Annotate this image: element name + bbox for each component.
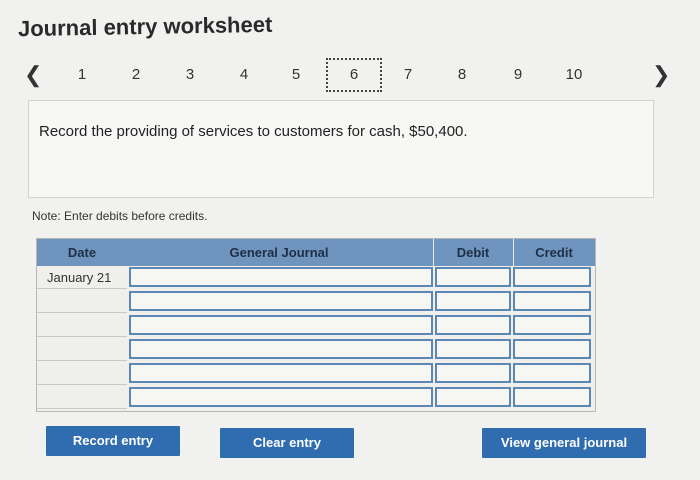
record-entry-button[interactable]: Record entry <box>46 426 180 456</box>
debit-input[interactable] <box>435 291 511 311</box>
page-7[interactable]: 7 <box>388 66 428 83</box>
debit-input[interactable] <box>435 363 511 383</box>
page-1[interactable]: 1 <box>62 66 102 83</box>
date-cell[interactable] <box>37 338 127 361</box>
page-3[interactable]: 3 <box>170 66 210 83</box>
account-input[interactable] <box>129 291 433 311</box>
credit-input[interactable] <box>513 339 591 359</box>
account-input[interactable] <box>129 339 433 359</box>
header-date: Date <box>67 245 97 260</box>
account-input[interactable] <box>129 267 433 287</box>
table-row <box>37 290 595 313</box>
date-cell[interactable] <box>37 386 127 409</box>
view-general-journal-button[interactable]: View general journal <box>482 428 646 458</box>
page-10[interactable]: 10 <box>554 66 594 83</box>
header-credit: Credit <box>513 239 594 266</box>
date-cell[interactable] <box>37 314 127 337</box>
question-box: Record the providing of services to cust… <box>28 100 654 198</box>
chevron-left-icon[interactable]: ❮ <box>24 62 42 88</box>
header-debit: Debit <box>433 239 512 266</box>
account-input[interactable] <box>129 363 433 383</box>
debit-input[interactable] <box>435 315 511 335</box>
question-text: Record the providing of services to cust… <box>39 123 468 140</box>
instruction-note: Note: Enter debits before credits. <box>32 209 208 223</box>
debit-input[interactable] <box>435 387 511 407</box>
table-row <box>37 338 595 361</box>
table-row <box>37 386 595 409</box>
page-5[interactable]: 5 <box>276 66 316 83</box>
date-cell[interactable] <box>37 290 127 313</box>
header-general-journal: General Journal <box>229 245 329 260</box>
page-9[interactable]: 9 <box>498 66 538 83</box>
page-2[interactable]: 2 <box>116 66 156 83</box>
table-row: January 21 <box>37 266 595 289</box>
debit-input[interactable] <box>435 339 511 359</box>
page-title: Journal entry worksheet <box>17 11 273 42</box>
credit-input[interactable] <box>513 387 591 407</box>
date-cell[interactable] <box>37 362 127 385</box>
page-8[interactable]: 8 <box>442 66 482 83</box>
journal-table: Date General Journal Debit Credit Januar… <box>36 238 596 412</box>
page-4[interactable]: 4 <box>224 66 264 83</box>
debit-input[interactable] <box>435 267 511 287</box>
credit-input[interactable] <box>513 363 591 383</box>
entry-pager: ❮ 1 2 3 4 5 6 7 8 9 10 ❯ <box>20 58 680 94</box>
credit-input[interactable] <box>513 267 591 287</box>
date-cell[interactable]: January 21 <box>37 266 127 289</box>
table-row <box>37 314 595 337</box>
credit-input[interactable] <box>513 315 591 335</box>
table-row <box>37 362 595 385</box>
account-input[interactable] <box>129 315 433 335</box>
journal-header-row: Date General Journal Debit Credit <box>37 239 595 266</box>
clear-entry-button[interactable]: Clear entry <box>220 428 354 458</box>
credit-input[interactable] <box>513 291 591 311</box>
chevron-right-icon[interactable]: ❯ <box>652 62 670 88</box>
account-input[interactable] <box>129 387 433 407</box>
page-6-active[interactable]: 6 <box>326 58 382 92</box>
